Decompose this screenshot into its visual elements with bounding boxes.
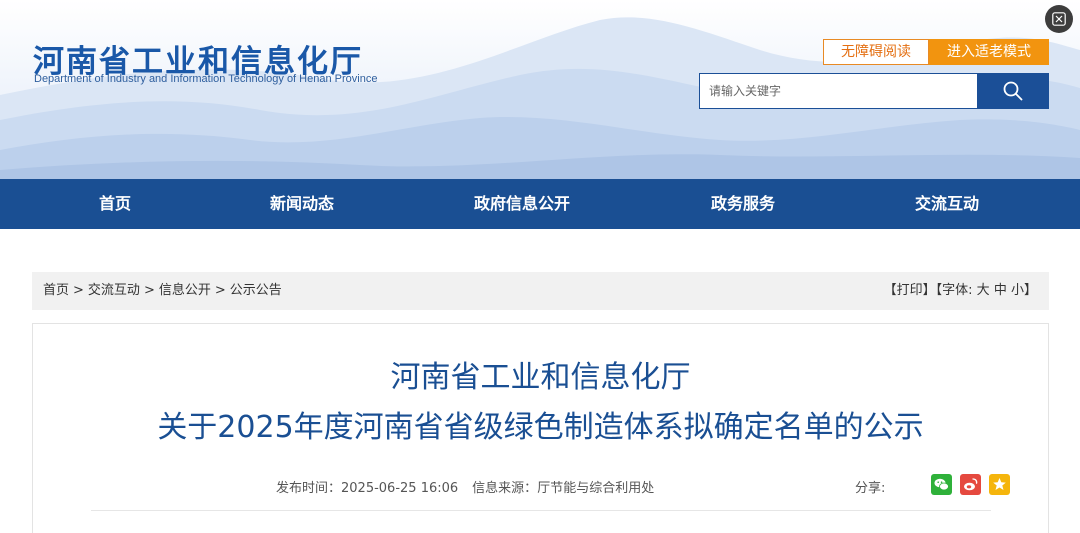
nav-item-home[interactable]: 首页: [72, 179, 158, 229]
favorite-button[interactable]: [989, 474, 1010, 495]
main-navigation: 首页 新闻动态 政府信息公开 政务服务 交流互动: [0, 179, 1080, 229]
breadcrumb-notice[interactable]: 公示公告: [230, 283, 282, 298]
wechat-icon: [934, 478, 949, 491]
elder-mode-button[interactable]: 进入适老模式: [929, 39, 1049, 65]
share-weibo-button[interactable]: [960, 474, 981, 495]
meta-divider: [91, 510, 991, 511]
breadcrumb-interaction[interactable]: 交流互动: [88, 283, 140, 298]
article-title-line1: 河南省工业和信息化厅: [390, 360, 691, 395]
nav-item-interaction[interactable]: 交流互动: [897, 179, 997, 229]
weibo-icon: [964, 478, 978, 491]
search-icon: [1003, 81, 1023, 101]
nav-item-news[interactable]: 新闻动态: [252, 179, 352, 229]
search-box: [699, 73, 978, 109]
source-label: 信息来源：: [472, 481, 538, 496]
close-button[interactable]: [1045, 5, 1073, 33]
publish-time: 2025-06-25 16:06: [341, 481, 459, 496]
source: 厅节能与综合利用处: [537, 481, 655, 496]
breadcrumb-separator: >: [73, 283, 84, 298]
site-header: 河南省工业和信息化厅 Department of Industry and In…: [0, 0, 1080, 179]
nav-item-gov-services[interactable]: 政务服务: [693, 179, 793, 229]
breadcrumb-info-public[interactable]: 信息公开: [159, 283, 211, 298]
font-size-end: 】: [1023, 283, 1037, 298]
search-input[interactable]: [700, 74, 977, 108]
breadcrumb: 首页 > 交流互动 > 信息公开 > 公示公告: [43, 272, 282, 310]
print-button[interactable]: 【打印】: [884, 283, 936, 298]
site-logo-subtitle: Department of Industry and Information T…: [34, 73, 378, 85]
breadcrumb-separator: >: [143, 283, 155, 298]
font-size-label: 【字体:: [935, 283, 973, 298]
share-label: 分享:: [855, 481, 886, 496]
breadcrumb-bar: 首页 > 交流互动 > 信息公开 > 公示公告 【打印】【字体: 大 中 小】: [32, 272, 1049, 310]
font-medium-button[interactable]: 中: [994, 283, 1007, 298]
article-tools: 【打印】【字体: 大 中 小】: [884, 272, 1037, 310]
publish-time-label: 发布时间：: [276, 481, 342, 496]
breadcrumb-home[interactable]: 首页: [43, 283, 69, 298]
share-wechat-button[interactable]: [931, 474, 952, 495]
search-button[interactable]: [978, 73, 1049, 109]
nav-item-gov-info[interactable]: 政府信息公开: [457, 179, 587, 229]
font-large-button[interactable]: 大: [977, 283, 990, 298]
close-icon: [1052, 12, 1066, 26]
article-meta: 发布时间：2025-06-25 16:06 信息来源：厅节能与综合利用处: [276, 477, 654, 496]
article-container: 河南省工业和信息化厅 关于2025年度河南省省级绿色制造体系拟确定名单的公示 发…: [32, 323, 1049, 533]
article-title-line2: 关于2025年度河南省省级绿色制造体系拟确定名单的公示: [157, 410, 924, 445]
star-icon: [993, 478, 1006, 490]
accessible-reading-button[interactable]: 无障碍阅读: [823, 39, 929, 65]
font-small-button[interactable]: 小: [1011, 283, 1024, 298]
breadcrumb-separator: >: [214, 283, 226, 298]
